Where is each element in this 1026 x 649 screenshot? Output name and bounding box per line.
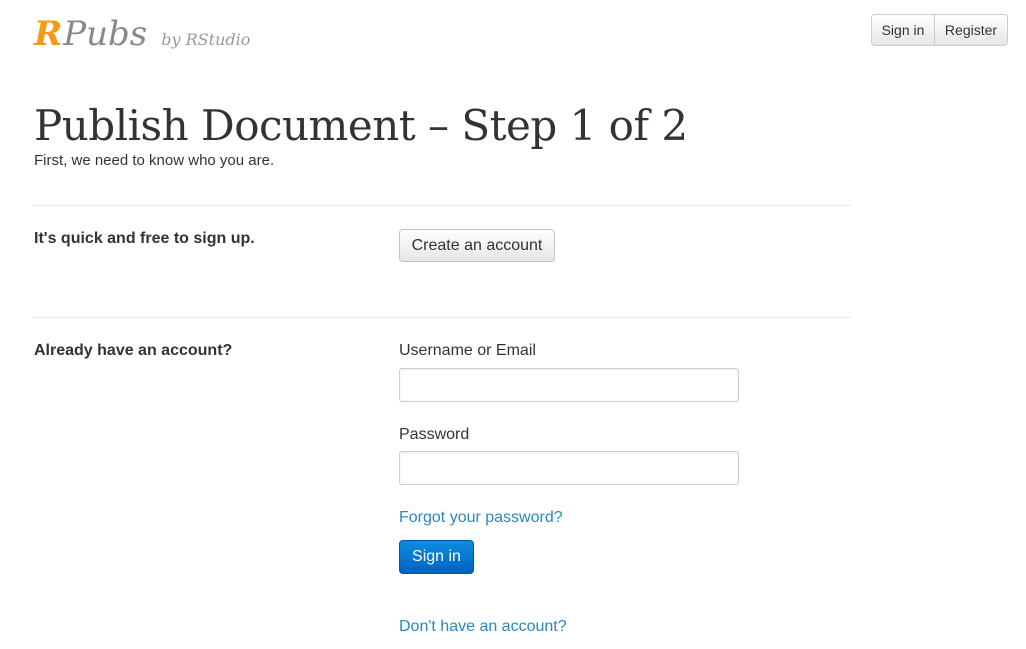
signup-section-label: It's quick and free to sign up. [34, 230, 255, 247]
page-title: Publish Document – Step 1 of 2 [34, 101, 688, 150]
username-email-input[interactable] [399, 368, 739, 402]
username-label: Username or Email [399, 342, 536, 359]
divider [34, 205, 851, 206]
logo-wordmark: Pubs [63, 14, 148, 54]
divider [34, 317, 851, 318]
login-section-label: Already have an account? [34, 342, 233, 359]
logo-r-letter: R [34, 14, 63, 54]
sign-in-button[interactable]: Sign in [399, 540, 474, 574]
logo-byline: by RStudio [161, 30, 251, 49]
nav-register-button[interactable]: Register [935, 14, 1008, 46]
no-account-link[interactable]: Don't have an account? [399, 618, 567, 636]
password-label: Password [399, 426, 470, 443]
nav-sign-in-button[interactable]: Sign in [871, 14, 935, 46]
rpubs-logo[interactable]: R Pubs by RStudio [34, 14, 250, 54]
page-subtitle: First, we need to know who you are. [34, 152, 275, 169]
create-account-button[interactable]: Create an account [399, 229, 555, 262]
password-input[interactable] [399, 451, 739, 485]
top-nav: Sign in Register [871, 14, 1008, 46]
forgot-password-link[interactable]: Forgot your password? [399, 509, 563, 527]
